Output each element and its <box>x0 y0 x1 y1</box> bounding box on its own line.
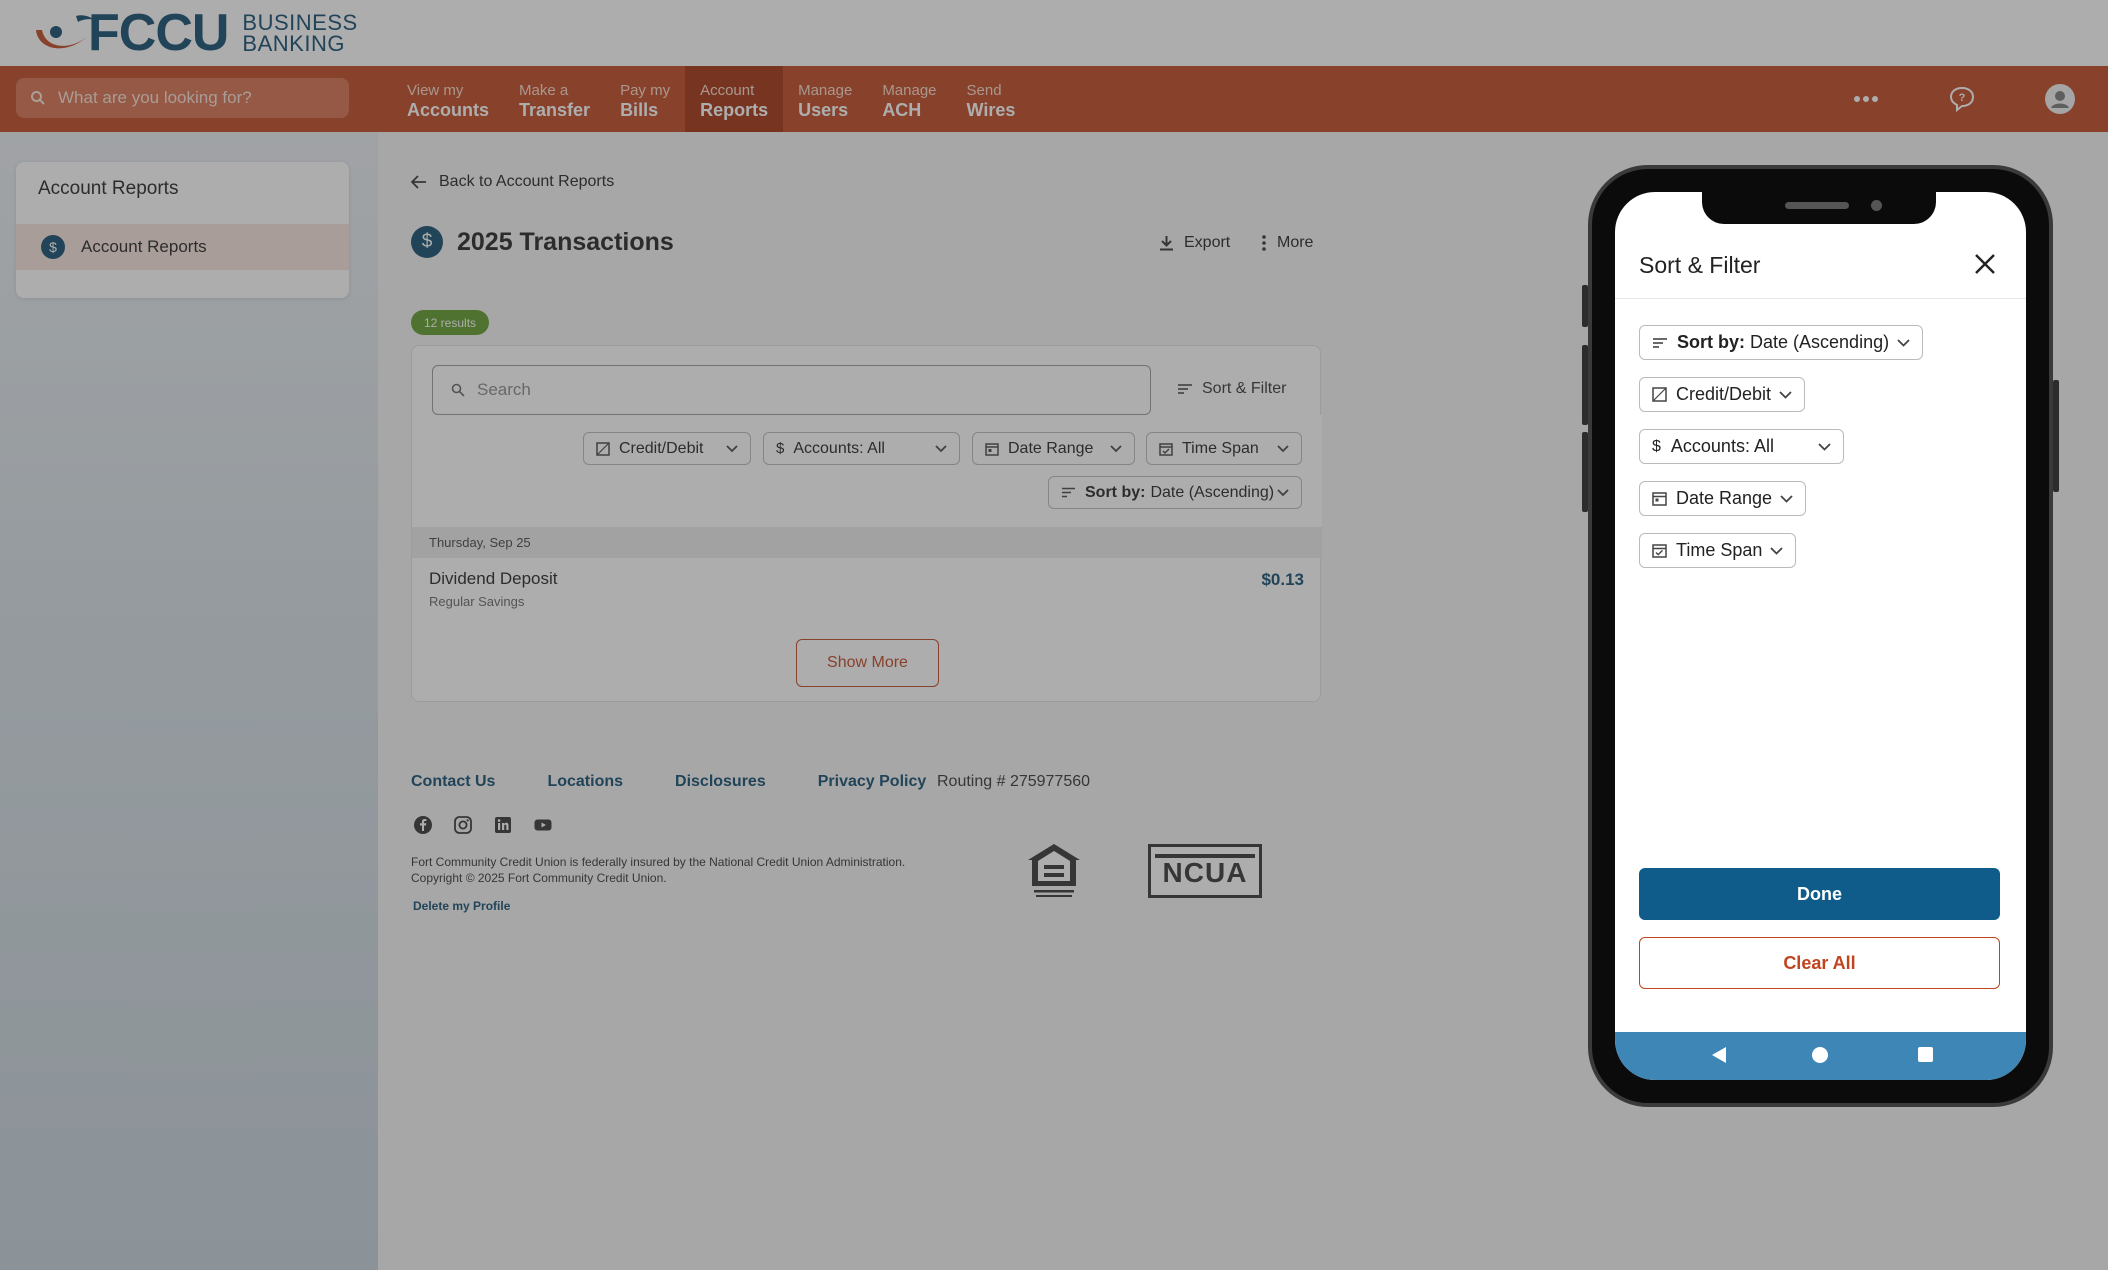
calendar-icon <box>1652 492 1667 506</box>
phone-power-button <box>2053 380 2059 492</box>
chip-label: Credit/Debit <box>1676 384 1772 404</box>
done-button[interactable]: Done <box>1639 868 2000 920</box>
clear-all-button[interactable]: Clear All <box>1639 937 2000 989</box>
chip-label: Time Span <box>1676 540 1763 560</box>
phone-side-button <box>1582 432 1588 512</box>
chevron-down-icon <box>1770 546 1784 555</box>
chip-label: Date Range <box>1676 488 1773 508</box>
mobile-date-range-filter[interactable]: Date Range <box>1639 481 1807 516</box>
chevron-down-icon <box>1780 494 1793 503</box>
mobile-credit-debit-filter[interactable]: Credit/Debit <box>1639 377 1806 412</box>
chip-label: Accounts: All <box>1670 436 1774 456</box>
calendar-check-icon <box>1652 544 1667 558</box>
chevron-down-icon <box>1779 390 1792 399</box>
recents-square-icon[interactable] <box>1918 1047 1933 1062</box>
mobile-sort-filter-modal: Sort & Filter Sort by: Date (Ascending) C… <box>1615 192 2026 1080</box>
mobile-time-span-filter[interactable]: Time Span <box>1639 533 1797 568</box>
mobile-accounts-filter[interactable]: $ Accounts: All <box>1639 429 1844 464</box>
chevron-down-icon <box>1818 442 1831 451</box>
phone-camera <box>1871 200 1882 211</box>
home-circle-icon[interactable] <box>1811 1046 1829 1064</box>
sort-value: Date (Ascending) <box>1750 332 1890 352</box>
sort-lines-icon <box>1653 337 1667 348</box>
close-icon[interactable] <box>1973 252 1997 276</box>
credit-debit-icon <box>1652 387 1667 402</box>
modal-title: Sort & Filter <box>1639 252 1761 278</box>
modal-divider <box>1615 298 2026 299</box>
phone-side-button <box>1582 345 1588 425</box>
sort-prefix: Sort by: <box>1677 332 1746 352</box>
phone-side-button <box>1582 285 1588 327</box>
phone-notch <box>1702 192 1936 224</box>
back-triangle-icon[interactable] <box>1711 1046 1727 1064</box>
chevron-down-icon <box>1897 338 1910 347</box>
phone-speaker <box>1785 202 1849 209</box>
dollar-icon: $ <box>1652 437 1661 455</box>
android-nav-bar <box>1615 1032 2026 1080</box>
mobile-sort-by-filter[interactable]: Sort by: Date (Ascending) <box>1639 325 1924 360</box>
